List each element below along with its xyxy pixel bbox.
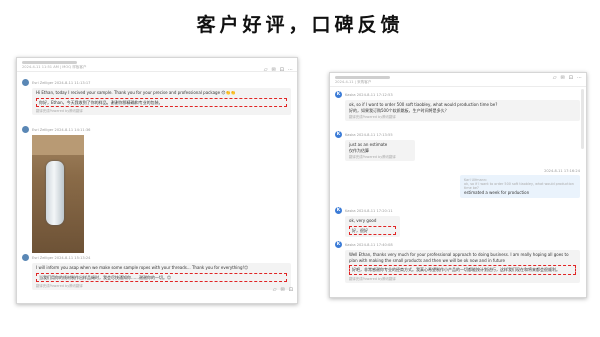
message-bubble[interactable]: I will inform you asap when we make some… (32, 263, 291, 290)
avatar: K (335, 131, 342, 138)
contact-name-blurred (335, 76, 390, 79)
avatar (22, 126, 29, 133)
mail-icon[interactable]: ✉ (561, 76, 565, 81)
message-time: Kaska 2024-8-11 17:13:55 (345, 132, 393, 137)
message-time: Esri Zelliger 2024-8-11 11:13:17 (32, 80, 91, 85)
translation-label: 翻译完成Powered by腾讯翻译 (36, 109, 83, 113)
translation-label: 翻译完成Powered by腾讯翻译 (349, 276, 396, 281)
message-bubble[interactable]: Karl Ulfmann: ok, so if I want to order … (460, 175, 580, 198)
message-text: I will inform you asap when we make some… (36, 265, 249, 270)
translation-text: 仅作为估算 (349, 147, 369, 153)
scrollbar[interactable] (581, 89, 584, 149)
translation-label: 翻译完成Powered by腾讯翻译 (349, 115, 396, 119)
chat-toolbar: ▱ ✉ ⊡ ⋯ (264, 68, 293, 73)
package-box (32, 135, 84, 155)
translation-label: 翻译完成Powered by腾讯翻译 (349, 155, 396, 159)
avatar (22, 79, 29, 86)
message-5: K Kaska 2024-8-11 17:40:08 Well Ethan, t… (335, 241, 580, 283)
chat-toolbar: ▱ ✉ ⊡ ⋯ (553, 76, 582, 81)
chat-header: 2024-4-11 | 采购客户 ▱ ✉ ⊡ ⋯ (330, 73, 586, 87)
chat-header: 2024-4-11 11:51 AM | MOQ 样板客户 ▱ ✉ ⊡ ⋯ (17, 58, 297, 73)
page-title: 客户好评，口碑反馈 (196, 14, 404, 36)
message-2: K Kaska 2024-8-11 17:13:55 just as an es… (335, 131, 580, 161)
message-bubble[interactable]: Hi Ethan, today I recived your sample. T… (32, 88, 291, 115)
message-time: Kaska 2024-8-11 17:12:53 (345, 92, 393, 97)
highlighted-translation: 你好，Ethan，今天我收到了你的样品。谢谢你那精确和专业的包装。 (36, 97, 287, 107)
contact-name-blurred (22, 61, 77, 64)
mail-icon[interactable]: ✉ (281, 288, 285, 293)
message-text: estimated a week for production (464, 190, 530, 195)
message-text: Well Ethan, thanks very much for your pr… (349, 252, 569, 263)
mail-icon[interactable]: ✉ (272, 68, 276, 73)
message-tools: ▱ ✉ ⊡ (273, 288, 293, 293)
message-bubble[interactable]: ok, very good 好，很好 (345, 216, 400, 237)
screenshot-icon[interactable]: ⊡ (289, 288, 293, 293)
message-4: K Kaska 2024-8-11 17:20:11 ok, very good… (335, 207, 580, 237)
left-chat-screenshot: 2024-4-11 11:51 AM | MOQ 样板客户 ▱ ✉ ⊡ ⋯ Es… (16, 57, 298, 304)
sample-spool (46, 161, 64, 225)
avatar: K (335, 207, 342, 214)
message-time: Kaska 2024-8-11 17:20:11 (345, 208, 393, 213)
quoted-message: Karl Ulfmann: ok, so if I want to order … (464, 178, 574, 190)
screenshot-icon[interactable]: ⊡ (280, 68, 284, 73)
window-icon[interactable]: ▱ (553, 76, 557, 81)
avatar: K (335, 241, 342, 248)
chat-header-subtitle: 2024-4-11 11:51 AM | MOQ 样板客户 (22, 65, 87, 69)
window-icon[interactable]: ▱ (273, 288, 277, 293)
highlighted-translation: 好吧，非常感谢你专业的经商方式。我真心希望制作小产品的一切都能按计划进行，这样我… (349, 265, 576, 275)
message-time: Esri Zelliger 2024-8-11 14:11:36 (32, 127, 91, 132)
message-time: 2024-8-11 17:16:24 (544, 169, 580, 173)
window-icon[interactable]: ▱ (264, 68, 268, 73)
message-bubble[interactable]: Well Ethan, thanks very much for your pr… (345, 250, 580, 283)
message-1: K Kaska 2024-8-11 17:12:53 ok, so if I w… (335, 91, 580, 121)
message-2: Esri Zelliger 2024-8-11 14:11:36 (22, 126, 291, 253)
highlighted-translation: 好，很好 (349, 225, 396, 235)
message-3: Esri Zelliger 2024-8-11 15:13:24 I will … (22, 254, 291, 290)
translation-label: 翻译完成Powered by腾讯翻译 (36, 284, 83, 288)
message-text: ok, very good (349, 218, 377, 223)
screenshot-icon[interactable]: ⊡ (569, 76, 573, 81)
translation-text: 好的，如果我订购500个软质跳板，生产时间将是多久？ (349, 107, 449, 113)
more-icon[interactable]: ⋯ (288, 68, 293, 73)
message-1: Esri Zelliger 2024-8-11 11:13:17 Hi Etha… (22, 79, 291, 115)
message-text: Hi Ethan, today I recived your sample. T… (36, 90, 236, 95)
chat-header-subtitle: 2024-4-11 | 采购客户 (335, 80, 372, 84)
more-icon[interactable]: ⋯ (577, 76, 582, 81)
right-chat-screenshot: 2024-4-11 | 采购客户 ▱ ✉ ⊡ ⋯ K Kaska 2024-8-… (329, 72, 587, 298)
sample-photo[interactable] (32, 135, 84, 253)
message-bubble[interactable]: just as an estimate 仅作为估算 翻译完成Powered by… (345, 140, 415, 161)
avatar: K (335, 91, 342, 98)
message-time: Kaska 2024-8-11 17:40:08 (345, 242, 393, 247)
message-3-outgoing: 2024-8-11 17:16:24 Karl Ulfmann: ok, so … (460, 169, 580, 198)
message-time: Esri Zelliger 2024-8-11 15:13:24 (32, 255, 91, 260)
highlighted-translation: 当我们用你的线材制作出样品绳时，我会尽快通知你……谢谢你的一切。😊 (36, 272, 287, 282)
avatar (22, 254, 29, 261)
message-bubble[interactable]: ok, so if I want to order 500 soft tiaob… (345, 100, 580, 121)
